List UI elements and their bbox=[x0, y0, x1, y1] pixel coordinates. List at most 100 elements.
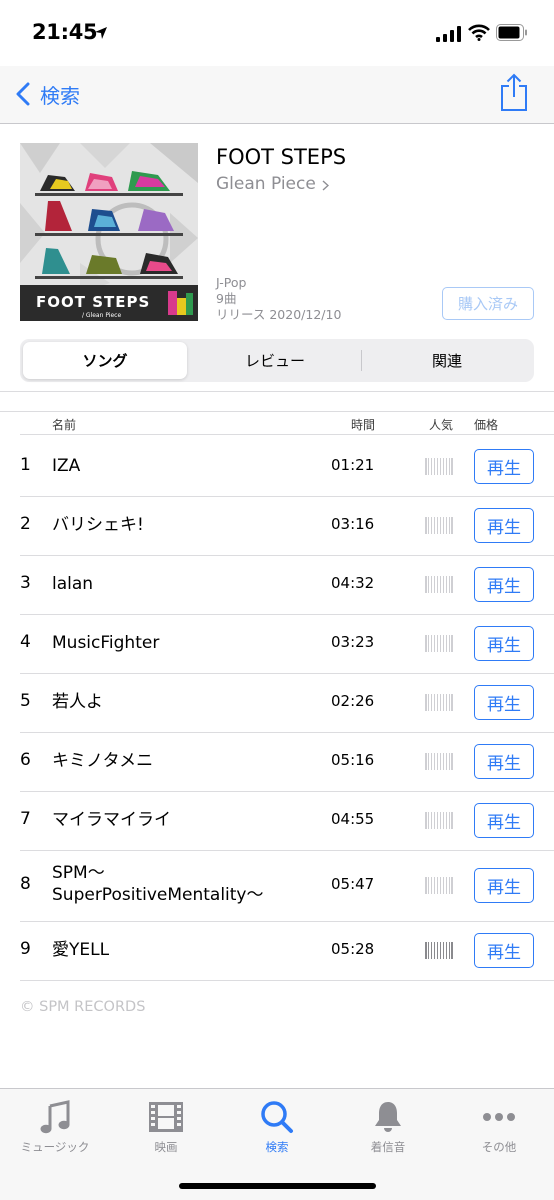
popularity-tick bbox=[433, 753, 436, 770]
home-indicator bbox=[179, 1183, 376, 1189]
wifi-icon bbox=[468, 24, 490, 41]
track-duration: 05:47 bbox=[331, 875, 375, 893]
popularity-tick bbox=[427, 694, 430, 711]
popularity-tick bbox=[442, 576, 445, 593]
track-row[interactable]: 2 バリシェキ! 03:16 再生 bbox=[0, 497, 554, 552]
popularity-tick bbox=[430, 753, 433, 770]
cover-artist-text: / Glean Piece bbox=[82, 312, 121, 319]
popularity-tick bbox=[442, 694, 445, 711]
tab-movies[interactable]: 映画 bbox=[111, 1099, 221, 1159]
popularity-tick bbox=[436, 877, 439, 894]
track-row[interactable]: 5 若人よ 02:26 再生 bbox=[0, 674, 554, 729]
popularity-tick bbox=[425, 576, 427, 593]
play-button[interactable]: 再生 bbox=[474, 567, 534, 602]
artist-link[interactable]: Glean Piece bbox=[216, 174, 329, 194]
track-row[interactable]: 3 lalan 04:32 再生 bbox=[0, 556, 554, 611]
popularity-tick bbox=[427, 812, 430, 829]
back-button[interactable]: 検索 bbox=[16, 78, 80, 110]
column-header-popularity: 人気 bbox=[429, 418, 454, 432]
track-row[interactable]: 6 キミノタメニ 05:16 再生 bbox=[0, 733, 554, 788]
popularity-tick bbox=[448, 942, 450, 959]
popularity-tick bbox=[445, 517, 448, 534]
popularity-tick bbox=[427, 576, 430, 593]
popularity-meter bbox=[425, 877, 453, 894]
popularity-tick bbox=[442, 635, 445, 652]
row-separator bbox=[20, 980, 554, 981]
artist-name: Glean Piece bbox=[216, 174, 316, 194]
popularity-tick bbox=[451, 877, 453, 894]
track-name: SPM〜 SuperPositiveMentality〜 bbox=[52, 863, 264, 905]
tab-music[interactable]: ミュージック bbox=[0, 1099, 110, 1159]
play-button[interactable]: 再生 bbox=[474, 626, 534, 661]
navigation-bar: 検索 bbox=[0, 66, 554, 124]
track-duration: 04:55 bbox=[331, 810, 375, 828]
track-name: IZA bbox=[52, 456, 81, 476]
track-name: MusicFighter bbox=[52, 633, 160, 653]
copyright: © SPM RECORDS bbox=[20, 999, 146, 1015]
play-button[interactable]: 再生 bbox=[474, 508, 534, 543]
segment-divider bbox=[361, 350, 362, 371]
popularity-tick bbox=[427, 753, 430, 770]
share-icon[interactable] bbox=[498, 72, 530, 112]
popularity-tick bbox=[451, 517, 453, 534]
divider bbox=[0, 411, 554, 412]
popularity-tick bbox=[436, 517, 439, 534]
tab-songs[interactable]: ソング bbox=[23, 342, 187, 379]
popularity-tick bbox=[436, 694, 439, 711]
play-button[interactable]: 再生 bbox=[474, 744, 534, 779]
play-button[interactable]: 再生 bbox=[474, 933, 534, 968]
popularity-tick bbox=[427, 942, 430, 959]
popularity-tick bbox=[430, 458, 433, 475]
popularity-tick bbox=[442, 458, 445, 475]
popularity-tick bbox=[439, 694, 442, 711]
status-time: 21:45 bbox=[32, 20, 98, 44]
track-row[interactable]: 7 マイラマイライ 04:55 再生 bbox=[0, 792, 554, 847]
popularity-tick bbox=[445, 576, 448, 593]
track-number: 4 bbox=[20, 632, 31, 652]
popularity-tick bbox=[433, 635, 436, 652]
track-number: 8 bbox=[20, 874, 31, 894]
column-header-price: 価格 bbox=[474, 418, 499, 432]
popularity-tick bbox=[451, 576, 453, 593]
track-number: 9 bbox=[20, 939, 31, 959]
track-row[interactable]: 1 IZA 01:21 再生 bbox=[0, 438, 554, 493]
popularity-tick bbox=[425, 694, 427, 711]
tab-reviews[interactable]: レビュー bbox=[191, 342, 359, 379]
track-duration: 03:16 bbox=[331, 515, 375, 533]
play-button[interactable]: 再生 bbox=[474, 685, 534, 720]
chevron-left-icon bbox=[16, 82, 30, 106]
popularity-tick bbox=[436, 458, 439, 475]
popularity-meter bbox=[425, 812, 453, 829]
tab-related[interactable]: 関連 bbox=[363, 342, 531, 379]
track-row[interactable]: 4 MusicFighter 03:23 再生 bbox=[0, 615, 554, 670]
popularity-tick bbox=[448, 812, 450, 829]
popularity-tick bbox=[439, 877, 442, 894]
purchased-button[interactable]: 購入済み bbox=[442, 287, 534, 320]
track-number: 7 bbox=[20, 809, 31, 829]
tab-ringtones[interactable]: 着信音 bbox=[333, 1099, 443, 1159]
popularity-tick bbox=[436, 812, 439, 829]
popularity-meter bbox=[425, 753, 453, 770]
popularity-tick bbox=[436, 576, 439, 593]
popularity-tick bbox=[439, 753, 442, 770]
play-button[interactable]: 再生 bbox=[474, 449, 534, 484]
status-bar: 21:45 bbox=[0, 0, 554, 66]
track-row[interactable]: 8 SPM〜 SuperPositiveMentality〜 05:47 再生 bbox=[0, 851, 554, 918]
popularity-tick bbox=[433, 812, 436, 829]
popularity-tick bbox=[445, 458, 448, 475]
cellular-signal-icon bbox=[436, 26, 461, 42]
popularity-tick bbox=[425, 812, 427, 829]
popularity-tick bbox=[430, 942, 433, 959]
track-name: 愛YELL bbox=[52, 940, 110, 960]
tab-more[interactable]: その他 bbox=[444, 1099, 554, 1159]
track-row[interactable]: 9 愛YELL 05:28 再生 bbox=[0, 922, 554, 977]
track-name: lalan bbox=[52, 574, 94, 594]
play-button[interactable]: 再生 bbox=[474, 868, 534, 903]
tab-search[interactable]: 検索 bbox=[222, 1099, 332, 1159]
play-button[interactable]: 再生 bbox=[474, 803, 534, 838]
popularity-tick bbox=[425, 942, 427, 959]
popularity-tick bbox=[442, 517, 445, 534]
popularity-tick bbox=[430, 812, 433, 829]
row-separator bbox=[20, 434, 554, 435]
track-number: 6 bbox=[20, 750, 31, 770]
